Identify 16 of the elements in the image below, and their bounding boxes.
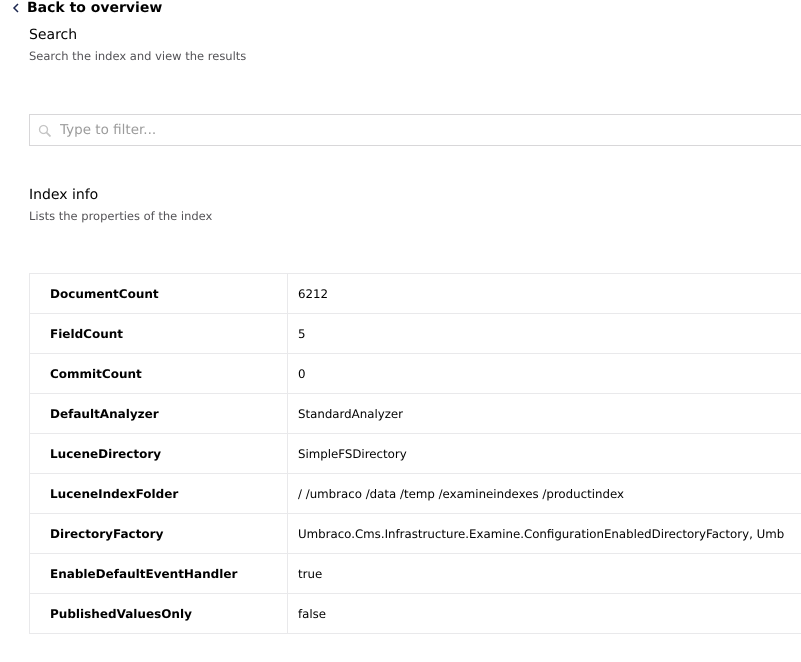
property-name-cell: EnableDefaultEventHandler [30,554,288,594]
property-name-cell: PublishedValuesOnly [30,594,288,634]
property-name-cell: CommitCount [30,354,288,394]
filter-field[interactable]: Type to filter... [29,114,801,146]
property-name-cell: LuceneDirectory [30,434,288,474]
section-description: Lists the properties of the index [29,209,214,223]
back-link[interactable]: Back to overview [12,0,801,16]
property-name-cell: DirectoryFactory [30,514,288,554]
property-name-cell: DocumentCount [30,274,288,314]
property-value-cell: 6212 [288,274,801,314]
property-name-cell: LuceneIndexFolder [30,474,288,514]
property-name-cell: DefaultAnalyzer [30,394,288,434]
section-title: Index info [29,186,100,204]
section-title: Search [29,26,78,44]
property-name-cell: FieldCount [30,314,288,354]
section-description: Search the index and view the results [29,49,248,63]
